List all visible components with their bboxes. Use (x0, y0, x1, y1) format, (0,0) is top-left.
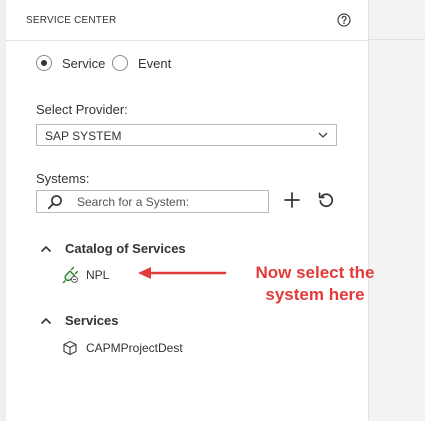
annotation-line-2: system here (265, 285, 365, 304)
provider-label: Select Provider: (36, 102, 128, 117)
service-center-panel: SERVICE CENTER Service Event Select Prov… (6, 0, 375, 421)
radio-event-label[interactable]: Event (138, 56, 171, 71)
divider (369, 39, 425, 40)
right-strip (369, 0, 425, 421)
tree-item-label: CAPMProjectDest (86, 341, 183, 355)
system-search-input[interactable] (77, 193, 263, 210)
provider-selected-value: SAP SYSTEM (45, 129, 122, 143)
radio-service[interactable] (36, 55, 52, 71)
refresh-icon[interactable] (316, 190, 336, 210)
radio-event[interactable] (112, 55, 128, 71)
panel-title: SERVICE CENTER (26, 15, 117, 26)
system-search-box (36, 190, 269, 213)
chevron-up-icon (40, 317, 52, 325)
chevron-up-icon (40, 245, 52, 253)
systems-label: Systems: (36, 171, 90, 186)
annotation-text: Now select the system here (242, 262, 388, 306)
tree-item-label: NPL (86, 268, 110, 282)
search-icon (47, 195, 62, 210)
cube-icon (63, 340, 77, 356)
radio-service-label[interactable]: Service (62, 56, 105, 71)
help-circle-icon[interactable] (337, 13, 351, 27)
section-title: Catalog of Services (65, 241, 186, 256)
panel-header: SERVICE CENTER (6, 0, 368, 41)
system-connection-icon (62, 267, 78, 283)
annotation-arrow (138, 267, 227, 279)
annotation-line-1: Now select the (255, 263, 375, 282)
plus-icon[interactable] (282, 190, 302, 210)
section-title: Services (65, 313, 119, 328)
provider-select[interactable]: SAP SYSTEM (36, 124, 337, 146)
chevron-down-icon (318, 132, 328, 138)
